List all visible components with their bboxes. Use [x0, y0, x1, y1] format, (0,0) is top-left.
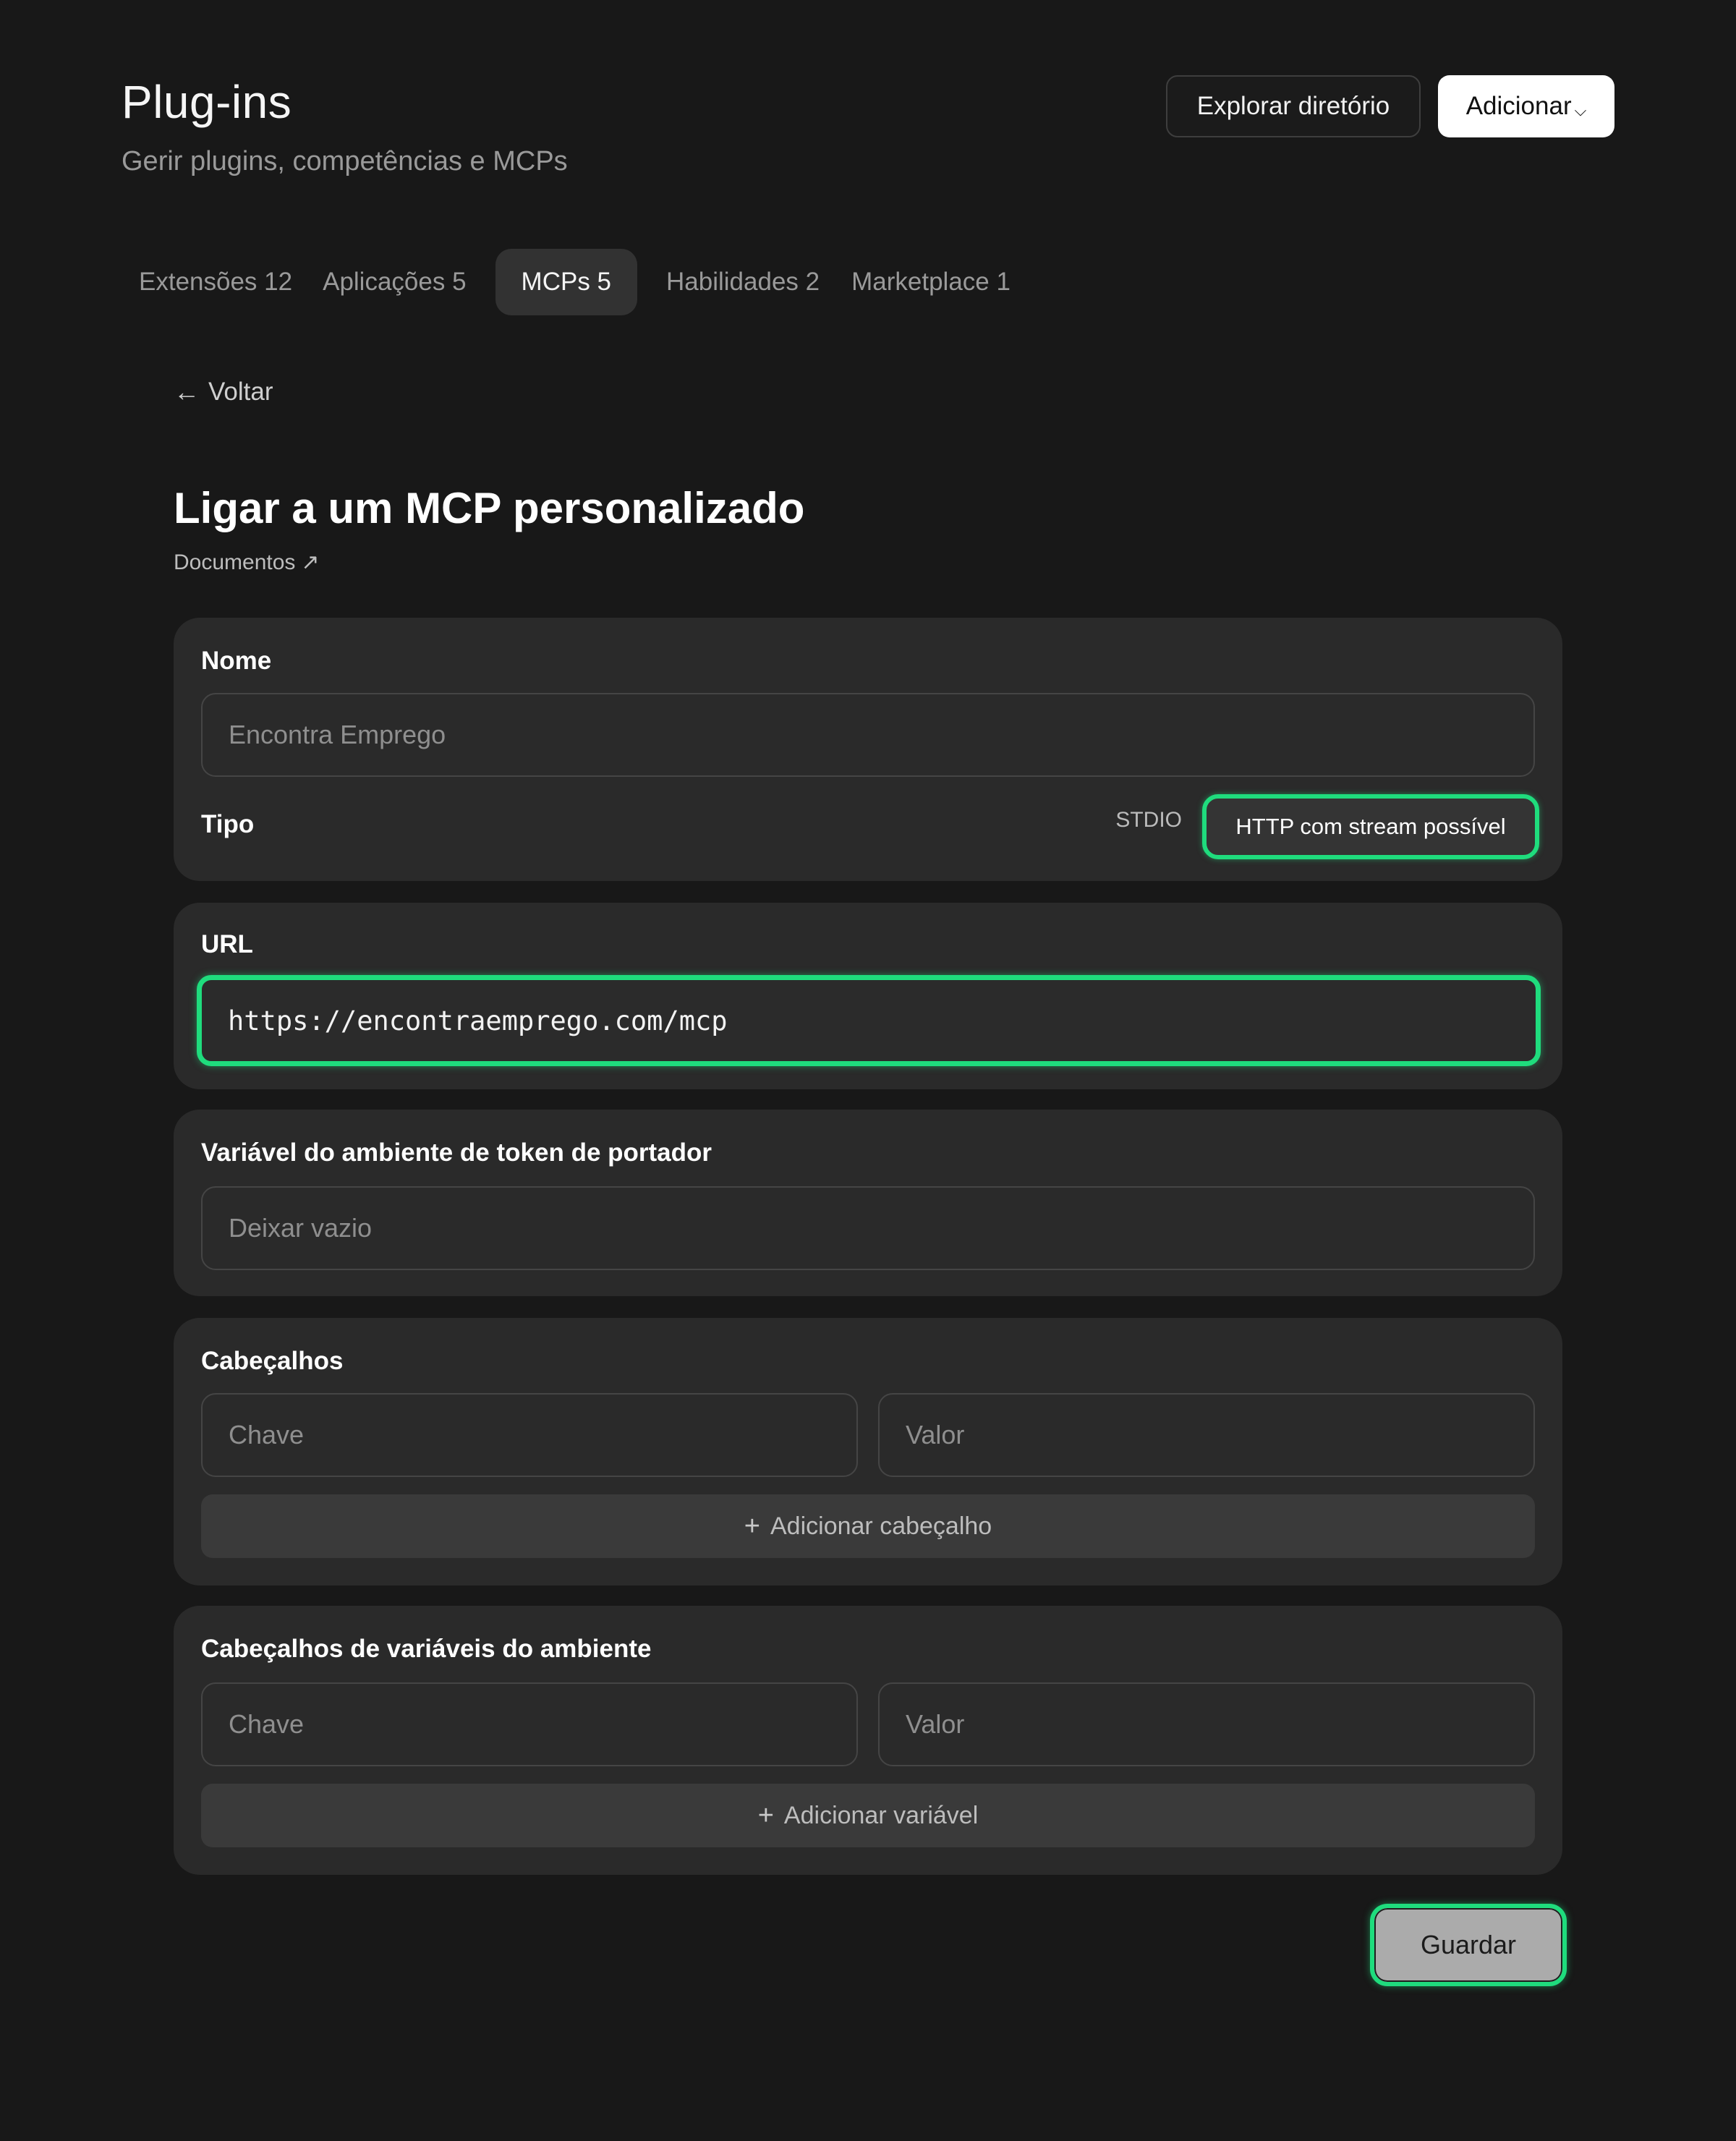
name-input[interactable]: Encontra Emprego: [201, 693, 1535, 777]
env-key-input[interactable]: Chave: [201, 1682, 858, 1766]
url-label: URL: [201, 930, 253, 958]
back-label: Voltar: [208, 378, 273, 406]
add-header-button[interactable]: + Adicionar cabeçalho: [201, 1494, 1535, 1558]
docs-label: Documentos: [174, 550, 296, 574]
back-link[interactable]: ← Voltar: [174, 375, 273, 409]
tab-skills[interactable]: Habilidades 2: [650, 249, 835, 315]
type-label: Tipo: [201, 810, 255, 838]
external-link-icon: ↗: [301, 550, 320, 574]
add-variable-button[interactable]: + Adicionar variável: [201, 1784, 1535, 1847]
name-label: Nome: [201, 647, 272, 675]
docs-link[interactable]: Documentos ↗: [174, 550, 320, 575]
env-headers-card: Cabeçalhos de variáveis do ambiente Chav…: [174, 1606, 1562, 1875]
env-headers-label: Cabeçalhos de variáveis do ambiente: [201, 1635, 652, 1663]
page-title: Plug-ins: [122, 76, 292, 128]
add-variable-label: Adicionar variável: [783, 1801, 979, 1829]
plus-icon: +: [744, 1510, 760, 1541]
bearer-token-label: Variável do ambiente de token de portado…: [201, 1138, 712, 1167]
url-card: URL https://encontraemprego.com/mcp: [174, 903, 1562, 1089]
tab-marketplace[interactable]: Marketplace 1: [835, 249, 1026, 315]
save-label: Guardar: [1420, 1930, 1517, 1959]
tab-bar: Extensões 12 Aplicações 5 MCPs 5 Habilid…: [122, 249, 1026, 315]
type-option-http-stream[interactable]: HTTP com stream possível: [1202, 794, 1539, 859]
add-button[interactable]: Adicionar ⌵: [1438, 75, 1614, 137]
add-button-label: Adicionar: [1465, 92, 1572, 120]
save-button[interactable]: Guardar: [1370, 1904, 1567, 1986]
plugins-page: Plug-ins Gerir plugins, competências e M…: [0, 0, 1736, 2141]
header-key-input[interactable]: Chave: [201, 1393, 858, 1477]
tab-mcps[interactable]: MCPs 5: [495, 249, 638, 315]
tab-extensions[interactable]: Extensões 12: [122, 249, 307, 315]
bearer-token-input[interactable]: Deixar vazio: [201, 1186, 1535, 1270]
add-header-label: Adicionar cabeçalho: [770, 1512, 992, 1540]
form-heading: Ligar a um MCP personalizado: [174, 484, 805, 532]
page-subtitle: Gerir plugins, competências e MCPs: [122, 146, 568, 176]
plus-icon: +: [757, 1800, 774, 1831]
bearer-token-card: Variável do ambiente de token de portado…: [174, 1110, 1562, 1296]
explore-directory-label: Explorar diretório: [1196, 92, 1390, 120]
type-option-stdio[interactable]: STDIO: [1115, 800, 1182, 840]
headers-card: Cabeçalhos Chave Valor + Adicionar cabeç…: [174, 1318, 1562, 1585]
url-input[interactable]: https://encontraemprego.com/mcp: [197, 975, 1541, 1066]
name-type-card: Nome Encontra Emprego Tipo STDIO HTTP co…: [174, 618, 1562, 881]
arrow-left-icon: ←: [174, 377, 200, 407]
env-value-input[interactable]: Valor: [878, 1682, 1535, 1766]
tab-applications[interactable]: Aplicações 5: [307, 249, 482, 315]
headers-label: Cabeçalhos: [201, 1347, 344, 1375]
explore-directory-button[interactable]: Explorar diretório: [1166, 75, 1421, 137]
chevron-down-icon: ⌵: [1574, 101, 1587, 119]
header-value-input[interactable]: Valor: [878, 1393, 1535, 1477]
